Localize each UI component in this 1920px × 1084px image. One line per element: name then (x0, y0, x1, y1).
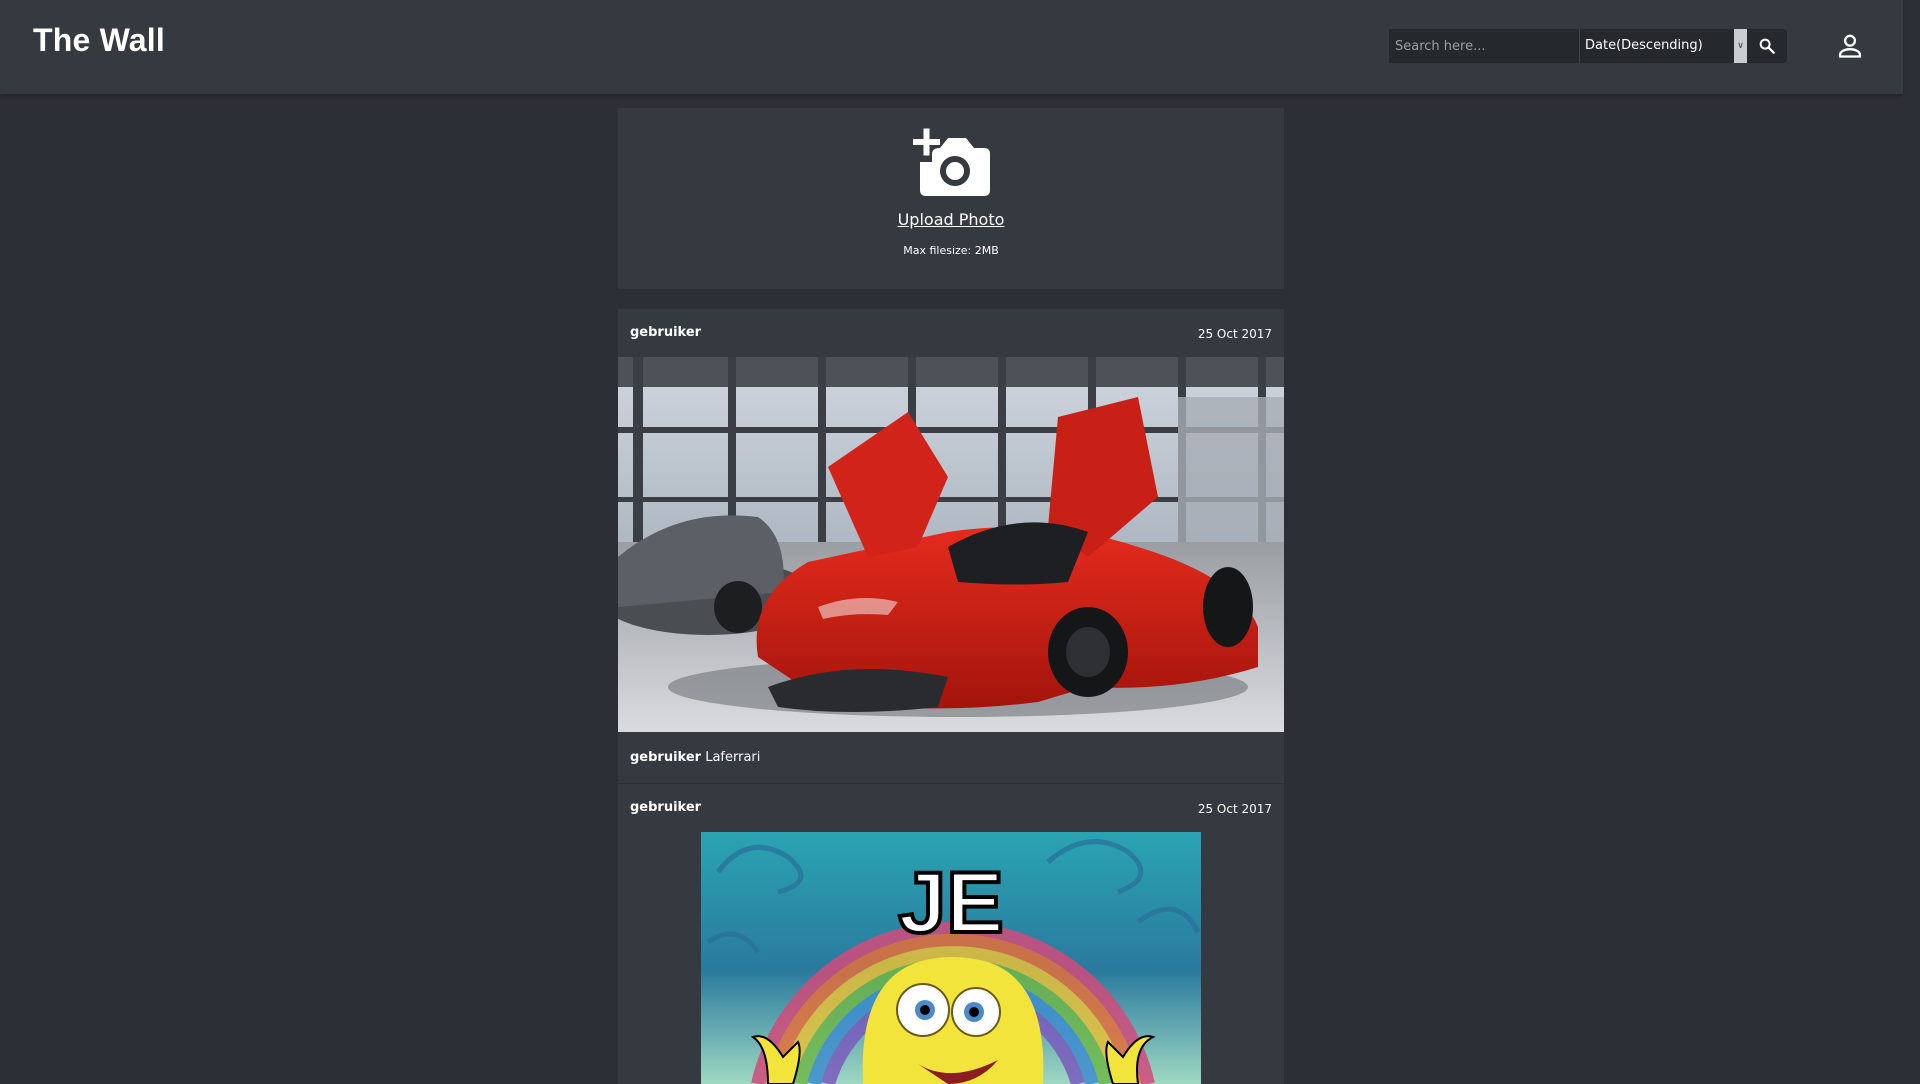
post-date: 25 Oct 2017 (1197, 327, 1272, 341)
search-input[interactable] (1389, 29, 1579, 63)
upload-card: Upload Photo Max filesize: 2MB (618, 108, 1284, 289)
sort-select-value: Date(Descending) (1585, 38, 1703, 53)
post-author[interactable]: gebruiker (630, 800, 701, 815)
meme-image: JE (701, 832, 1201, 1084)
car-photo-image (618, 357, 1284, 732)
user-icon (1838, 34, 1862, 58)
chevron-down-icon[interactable]: ∨ (1734, 29, 1747, 63)
search-button[interactable] (1747, 29, 1787, 63)
post-header: gebruiker 25 Oct 2017 (618, 309, 1284, 357)
sort-select[interactable]: Date(Descending) ∨ (1579, 29, 1747, 63)
search-bar: Date(Descending) ∨ (1389, 29, 1787, 63)
post-photo[interactable] (618, 357, 1284, 732)
meme-caption-text: JE (898, 855, 1003, 951)
post-caption: gebruiker Laferrari (618, 732, 1284, 784)
post-header: gebruiker 25 Oct 2017 (618, 784, 1284, 832)
post-date: 25 Oct 2017 (1197, 802, 1272, 816)
app-title[interactable]: The Wall (33, 22, 165, 59)
add-photo-icon[interactable] (910, 126, 992, 198)
caption-author[interactable]: gebruiker (630, 750, 701, 765)
top-navbar: The Wall Date(Descending) ∨ (0, 0, 1903, 94)
post-card: gebruiker 25 Oct 2017 (618, 309, 1284, 784)
upload-photo-link[interactable]: Upload Photo (618, 210, 1284, 229)
post-author[interactable]: gebruiker (630, 325, 701, 340)
user-account-button[interactable] (1832, 30, 1868, 62)
post-card: gebruiker 25 Oct 2017 (618, 784, 1284, 1084)
post-photo[interactable]: JE (618, 832, 1284, 1084)
search-icon (1759, 38, 1775, 54)
caption-text: Laferrari (705, 750, 761, 765)
upload-filesize-hint: Max filesize: 2MB (903, 244, 999, 257)
